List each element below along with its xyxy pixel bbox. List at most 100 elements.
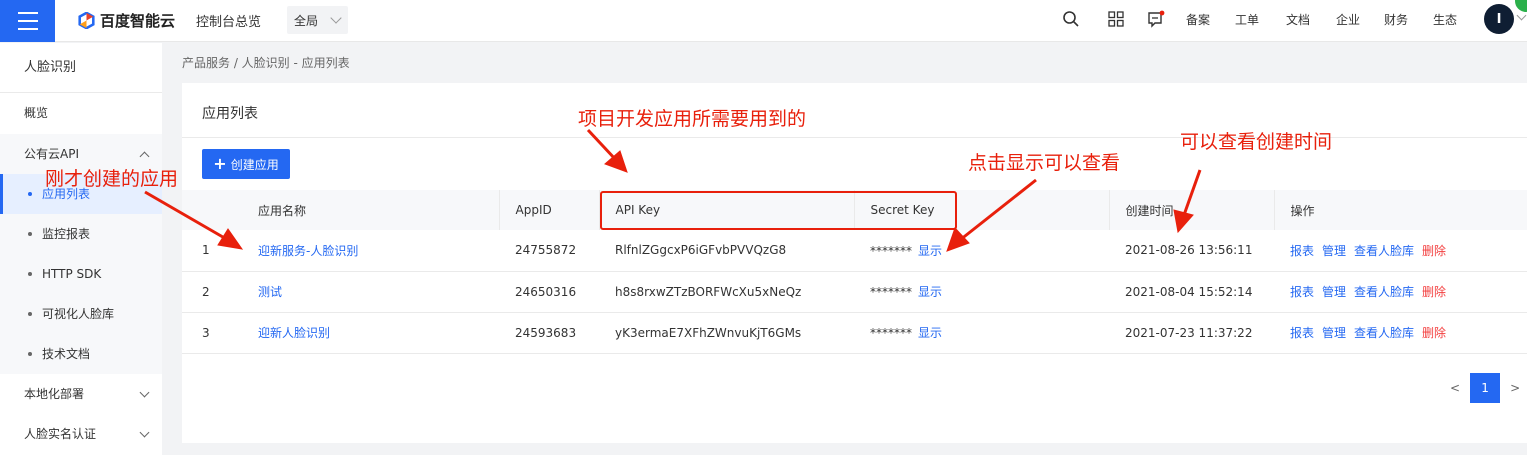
brand-logo[interactable]: 百度智能云 [78,10,175,31]
app-id: 24650316 [499,271,599,313]
secret-key-mask: ******* [870,285,912,299]
next-page-button[interactable]: > [1510,381,1520,395]
sidebar-item-face-library[interactable]: 可视化人脸库 [0,294,162,334]
bullet-icon [28,352,32,356]
region-select[interactable]: 全局 [287,6,348,34]
sidebar-item-label: 本地化部署 [24,387,85,401]
created-time: 2021-08-26 13:56:11 [1109,230,1274,272]
view-face-library-link[interactable]: 查看人脸库 [1354,244,1414,258]
column-header-index [182,190,242,230]
manage-link[interactable]: 管理 [1322,326,1346,340]
top-bar: 百度智能云 控制台总览 全局 备案 工单 文档 企业 财务 生态 I [0,0,1527,42]
created-time: 2021-07-23 11:37:22 [1109,312,1274,354]
column-header-name: 应用名称 [242,190,500,230]
region-value: 全局 [294,13,319,28]
report-link[interactable]: 报表 [1290,326,1314,340]
annotation-api-needed: 项目开发应用所需要用到的 [578,108,807,130]
create-app-label: 创建应用 [230,157,279,172]
chevron-up-icon [139,151,150,162]
nav-ecosystem[interactable]: 生态 [1433,11,1457,28]
show-secret-link[interactable]: 显示 [918,285,942,299]
created-time: 2021-08-04 15:52:14 [1109,271,1274,313]
bullet-icon [28,312,32,316]
sidebar: 人脸识别 概览 公有云API 应用列表 监控报表 HTTP SDK 可视化人脸库… [0,43,162,455]
sidebar-item-label: 技术文档 [42,347,91,361]
app-id: 24755872 [499,230,599,272]
bullet-icon [28,192,32,196]
manage-link[interactable]: 管理 [1322,285,1346,299]
sidebar-item-overview[interactable]: 概览 [0,93,162,133]
delete-link[interactable]: 删除 [1422,244,1446,258]
annotation-click-show: 点击显示可以查看 [968,152,1121,174]
plus-icon: + [213,154,227,173]
sidebar-item-label: 概览 [24,106,49,120]
nav-finance[interactable]: 财务 [1384,11,1408,28]
current-page-button[interactable]: 1 [1470,373,1501,403]
brand-name: 百度智能云 [100,12,176,30]
view-face-library-link[interactable]: 查看人脸库 [1354,285,1414,299]
show-secret-link[interactable]: 显示 [918,326,942,340]
chevron-down-icon [139,387,150,398]
sidebar-item-local-deploy[interactable]: 本地化部署 [0,374,162,414]
chevron-down-icon [330,12,342,24]
manage-link[interactable]: 管理 [1322,244,1346,258]
app-name-link[interactable]: 迎新服务-人脸识别 [258,244,358,258]
bullet-icon [28,232,32,236]
nav-docs[interactable]: 文档 [1286,11,1310,28]
column-header-actions: 操作 [1274,190,1527,230]
app-name-link[interactable]: 测试 [258,285,282,299]
sidebar-item-realname-auth[interactable]: 人脸实名认证 [0,414,162,454]
sidebar-item-http-sdk[interactable]: HTTP SDK [0,254,162,294]
cloud-logo-icon [78,12,95,29]
report-link[interactable]: 报表 [1290,285,1314,299]
sidebar-item-label: HTTP SDK [42,267,102,281]
api-key: RlfnlZGgcxP6iGFvbPVVQzG8 [599,230,854,272]
column-header-appid: AppID [499,190,600,230]
nav-ticket[interactable]: 工单 [1235,11,1259,28]
nav-enterprise[interactable]: 企业 [1336,11,1360,28]
message-icon[interactable] [1147,10,1165,28]
report-link[interactable]: 报表 [1290,244,1314,258]
sidebar-item-tech-docs[interactable]: 技术文档 [0,334,162,374]
table-row: 2 测试 24650316 h8s8rxwZTzBORFWcXu5xNeQz *… [182,271,1527,313]
api-key: yK3ermaE7XFhZWnvuKjT6GMs [599,312,854,354]
sidebar-item-label: 公有云API [24,147,79,161]
secret-key-mask: ******* [870,326,912,340]
app-id: 24593683 [499,312,599,354]
table-row: 3 迎新人脸识别 24593683 yK3ermaE7XFhZWnvuKjT6G… [182,312,1527,354]
menu-icon[interactable] [0,0,55,42]
sidebar-title: 人脸识别 [0,43,162,93]
sidebar-item-monitor[interactable]: 监控报表 [0,214,162,254]
avatar[interactable]: I [1484,4,1514,34]
show-secret-link[interactable]: 显示 [918,244,942,258]
chevron-down-icon [139,427,150,438]
prev-page-button[interactable]: < [1450,381,1460,395]
table-row: 1 迎新服务-人脸识别 24755872 RlfnlZGgcxP6iGFvbPV… [182,230,1527,272]
page-title: 应用列表 [202,106,258,122]
row-index: 1 [182,230,242,272]
search-icon[interactable] [1062,10,1080,28]
sidebar-item-label: 可视化人脸库 [42,307,115,321]
row-index: 2 [182,271,242,313]
api-key: h8s8rxwZTzBORFWcXu5xNeQz [599,271,854,313]
delete-link[interactable]: 删除 [1422,326,1446,340]
secret-key-mask: ******* [870,243,912,258]
create-app-button[interactable]: + 创建应用 [202,149,290,179]
console-overview-link[interactable]: 控制台总览 [196,11,261,30]
delete-link[interactable]: 删除 [1422,285,1446,299]
app-name-link[interactable]: 迎新人脸识别 [258,326,330,340]
row-index: 3 [182,312,242,354]
nav-filing[interactable]: 备案 [1186,11,1210,28]
api-key-highlight-box [600,191,957,230]
column-header-created-time: 创建时间 [1109,190,1275,230]
breadcrumb: 产品服务 / 人脸识别 - 应用列表 [182,56,350,70]
annotation-created-app: 刚才创建的应用 [45,168,179,190]
grid-apps-icon[interactable] [1107,10,1125,28]
annotation-view-time: 可以查看创建时间 [1180,131,1333,153]
bullet-icon [28,272,32,276]
view-face-library-link[interactable]: 查看人脸库 [1354,326,1414,340]
sidebar-item-label: 人脸实名认证 [24,427,97,441]
sidebar-item-label: 监控报表 [42,227,91,241]
pagination: < 1 > [1450,373,1520,403]
chevron-down-icon[interactable] [1516,10,1527,21]
